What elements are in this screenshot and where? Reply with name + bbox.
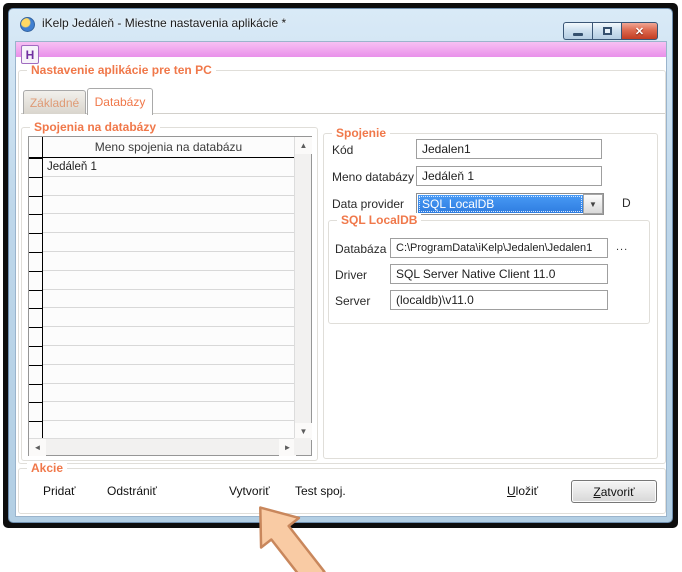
- meno-databazy-label: Meno databázy: [332, 170, 414, 184]
- table-row-empty: [29, 327, 294, 346]
- table-row[interactable]: Jedáleň 1: [29, 158, 294, 177]
- table-row-empty: [29, 271, 294, 290]
- server-field[interactable]: [390, 290, 608, 310]
- pointer-arrow-annotation: [233, 496, 343, 572]
- horizontal-scrollbar[interactable]: ◄ ►: [29, 438, 296, 455]
- connection-name-cell: Jedáleň 1: [43, 158, 294, 177]
- driver-field[interactable]: [390, 264, 608, 284]
- screenshot: iKelp Jedáleň - Miestne nastavenia aplik…: [0, 0, 682, 572]
- table-row-empty: [29, 177, 294, 196]
- zatvorit-button[interactable]: Zatvoriť: [571, 480, 657, 503]
- actions-group-label: Akcie: [27, 461, 67, 475]
- close-button[interactable]: ✕: [621, 22, 658, 40]
- sql-localdb-group-label: SQL LocalDB: [337, 213, 421, 227]
- client-area: H Nastavenie aplikácie pre ten PC Základ…: [15, 41, 667, 517]
- menu-item-h[interactable]: H: [21, 45, 39, 64]
- data-provider-suffix: D: [622, 196, 631, 210]
- column-header[interactable]: Meno spojenia na databázu: [43, 137, 294, 157]
- connection-group-label: Spojenie: [332, 126, 390, 140]
- pridat-button[interactable]: Pridať: [43, 484, 76, 498]
- table-row-empty: [29, 402, 294, 421]
- app-window: iKelp Jedáleň - Miestne nastavenia aplik…: [8, 8, 673, 523]
- table-row-empty: [29, 233, 294, 252]
- title-bar[interactable]: iKelp Jedáleň - Miestne nastavenia aplik…: [9, 9, 672, 41]
- connections-table[interactable]: Meno spojenia na databázu Jedáleň 1: [28, 136, 312, 456]
- data-provider-selected-value: SQL LocalDB: [418, 195, 583, 213]
- ulozit-button[interactable]: Uložiť: [507, 484, 538, 498]
- table-row-empty: [29, 290, 294, 309]
- table-row-empty: [29, 421, 294, 438]
- connections-groupbox: Spojenia na databázy Meno spojenia na da…: [21, 127, 318, 461]
- data-provider-select[interactable]: SQL LocalDB ▼: [416, 193, 604, 215]
- window-outer-frame: iKelp Jedáleň - Miestne nastavenia aplik…: [3, 3, 678, 528]
- connection-groupbox: Spojenie Kód Meno databázy Data provider…: [323, 133, 658, 459]
- table-row-empty: [29, 365, 294, 384]
- chevron-down-icon[interactable]: ▼: [583, 194, 603, 214]
- data-provider-label: Data provider: [332, 197, 404, 211]
- driver-label: Driver: [335, 268, 367, 282]
- table-row-empty: [29, 384, 294, 403]
- close-icon: ✕: [635, 25, 644, 38]
- tab-zakladne[interactable]: Základné: [23, 90, 86, 114]
- table-row-empty: [29, 252, 294, 271]
- settings-group-label: Nastavenie aplikácie pre ten PC: [27, 63, 216, 77]
- minimize-icon: [573, 33, 583, 36]
- scroll-up-icon[interactable]: ▲: [295, 137, 312, 154]
- table-row-empty: [29, 308, 294, 327]
- table-header-row: Meno spojenia na databázu: [29, 137, 294, 158]
- databaza-field[interactable]: [390, 238, 608, 258]
- kod-field[interactable]: [416, 139, 602, 159]
- table-row-empty: [29, 214, 294, 233]
- browse-button[interactable]: ...: [616, 241, 628, 253]
- scroll-left-icon[interactable]: ◄: [29, 439, 46, 456]
- connections-group-label: Spojenia na databázy: [30, 120, 160, 134]
- minimize-button[interactable]: [563, 22, 592, 40]
- menu-strip: [16, 42, 666, 57]
- odstranit-button[interactable]: Odstrániť: [107, 484, 157, 498]
- tab-databazy[interactable]: Databázy: [87, 88, 153, 115]
- row-selector-header: [29, 137, 43, 157]
- table-row-empty: [29, 196, 294, 215]
- maximize-icon: [603, 27, 612, 35]
- meno-databazy-field[interactable]: [416, 166, 602, 186]
- kod-label: Kód: [332, 143, 353, 157]
- sql-localdb-groupbox: SQL LocalDB Databáza ... Driver Server: [328, 220, 650, 324]
- app-icon: [20, 17, 35, 32]
- table-row-empty: [29, 346, 294, 365]
- window-title: iKelp Jedáleň - Miestne nastavenia aplik…: [42, 16, 286, 30]
- server-label: Server: [335, 294, 370, 308]
- vertical-scrollbar[interactable]: ▲ ▼: [294, 137, 311, 440]
- maximize-button[interactable]: [592, 22, 621, 40]
- scrollbar-corner: [294, 438, 311, 455]
- databaza-label: Databáza: [335, 242, 386, 256]
- settings-groupbox: Nastavenie aplikácie pre ten PC Základné…: [18, 70, 666, 464]
